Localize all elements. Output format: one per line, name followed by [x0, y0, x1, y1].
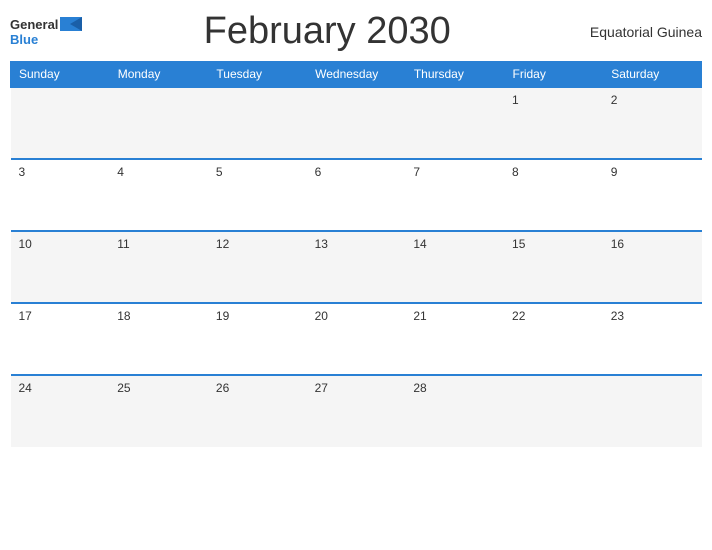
calendar-day-cell: 1 — [504, 87, 603, 159]
logo: General Blue — [10, 17, 82, 47]
calendar-table: Sunday Monday Tuesday Wednesday Thursday… — [10, 61, 702, 447]
calendar-day-cell: 10 — [11, 231, 110, 303]
day-number: 27 — [315, 381, 328, 395]
calendar-day-cell — [11, 87, 110, 159]
calendar-day-cell: 18 — [109, 303, 208, 375]
calendar-day-cell — [603, 375, 702, 447]
calendar-day-cell — [208, 87, 307, 159]
day-number: 12 — [216, 237, 229, 251]
day-number: 23 — [611, 309, 624, 323]
col-saturday: Saturday — [603, 62, 702, 88]
day-number: 28 — [413, 381, 426, 395]
day-number: 2 — [611, 93, 618, 107]
day-number: 5 — [216, 165, 223, 179]
header: General Blue February 2030 Equatorial Gu… — [10, 10, 702, 53]
day-number: 21 — [413, 309, 426, 323]
calendar-day-cell: 26 — [208, 375, 307, 447]
country-name: Equatorial Guinea — [572, 24, 702, 40]
calendar-day-cell: 23 — [603, 303, 702, 375]
calendar-header: Sunday Monday Tuesday Wednesday Thursday… — [11, 62, 702, 88]
day-number: 8 — [512, 165, 519, 179]
calendar-day-cell: 19 — [208, 303, 307, 375]
col-friday: Friday — [504, 62, 603, 88]
calendar-week-row: 12 — [11, 87, 702, 159]
calendar-body: 1234567891011121314151617181920212223242… — [11, 87, 702, 447]
calendar-container: General Blue February 2030 Equatorial Gu… — [0, 0, 712, 550]
calendar-day-cell: 17 — [11, 303, 110, 375]
day-number: 15 — [512, 237, 525, 251]
logo-blue-text: Blue — [10, 32, 38, 47]
calendar-day-cell — [504, 375, 603, 447]
day-number: 3 — [19, 165, 26, 179]
col-monday: Monday — [109, 62, 208, 88]
calendar-day-cell: 27 — [307, 375, 406, 447]
calendar-day-cell: 4 — [109, 159, 208, 231]
calendar-day-cell: 11 — [109, 231, 208, 303]
calendar-day-cell: 14 — [405, 231, 504, 303]
day-number: 9 — [611, 165, 618, 179]
day-number: 7 — [413, 165, 420, 179]
day-number: 14 — [413, 237, 426, 251]
day-number: 16 — [611, 237, 624, 251]
col-wednesday: Wednesday — [307, 62, 406, 88]
calendar-day-cell: 16 — [603, 231, 702, 303]
weekday-header-row: Sunday Monday Tuesday Wednesday Thursday… — [11, 62, 702, 88]
calendar-title: February 2030 — [82, 10, 572, 53]
calendar-day-cell: 21 — [405, 303, 504, 375]
calendar-week-row: 3 4 5 6 7 8 9 — [11, 159, 702, 231]
col-thursday: Thursday — [405, 62, 504, 88]
calendar-day-cell: 7 — [405, 159, 504, 231]
calendar-day-cell: 20 — [307, 303, 406, 375]
day-number: 22 — [512, 309, 525, 323]
day-number: 20 — [315, 309, 328, 323]
day-number: 18 — [117, 309, 130, 323]
day-number: 25 — [117, 381, 130, 395]
logo-general-text: General — [10, 17, 58, 32]
calendar-day-cell: 15 — [504, 231, 603, 303]
calendar-day-cell — [109, 87, 208, 159]
calendar-day-cell — [405, 87, 504, 159]
calendar-day-cell: 9 — [603, 159, 702, 231]
calendar-day-cell: 28 — [405, 375, 504, 447]
calendar-day-cell: 12 — [208, 231, 307, 303]
day-number: 11 — [117, 237, 129, 251]
calendar-day-cell: 24 — [11, 375, 110, 447]
day-number: 6 — [315, 165, 322, 179]
day-number: 19 — [216, 309, 229, 323]
calendar-day-cell: 5 — [208, 159, 307, 231]
day-number: 4 — [117, 165, 124, 179]
calendar-day-cell: 22 — [504, 303, 603, 375]
calendar-day-cell: 8 — [504, 159, 603, 231]
day-number: 13 — [315, 237, 328, 251]
day-number: 1 — [512, 93, 519, 107]
calendar-day-cell — [307, 87, 406, 159]
calendar-week-row: 10 11 12 13 14 15 16 — [11, 231, 702, 303]
logo-flag-icon — [60, 17, 82, 31]
day-number: 10 — [19, 237, 32, 251]
day-number: 24 — [19, 381, 32, 395]
calendar-week-row: 24 25 26 27 28 — [11, 375, 702, 447]
calendar-day-cell: 2 — [603, 87, 702, 159]
day-number: 26 — [216, 381, 229, 395]
calendar-day-cell: 6 — [307, 159, 406, 231]
col-tuesday: Tuesday — [208, 62, 307, 88]
day-number: 17 — [19, 309, 32, 323]
col-sunday: Sunday — [11, 62, 110, 88]
calendar-day-cell: 25 — [109, 375, 208, 447]
calendar-day-cell: 13 — [307, 231, 406, 303]
calendar-day-cell: 3 — [11, 159, 110, 231]
calendar-week-row: 17 18 19 20 21 22 23 — [11, 303, 702, 375]
